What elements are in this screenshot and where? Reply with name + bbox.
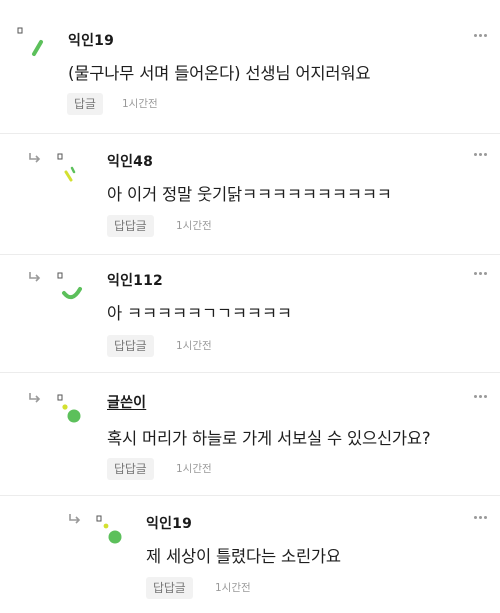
more-options-icon[interactable] (472, 33, 490, 39)
more-options-icon[interactable] (472, 394, 490, 400)
timestamp: 1시간전 (176, 340, 212, 352)
comment-item: 익인19 (물구나무 서며 들어온다) 선생님 어지러워요 답글 1시간전 (0, 0, 500, 132)
reply-button[interactable]: 답답글 (107, 458, 154, 480)
comment-text: 아 ㅋㅋㅋㅋㅋㄱㄱㅋㅋㅋㅋ (107, 304, 292, 323)
timestamp: 1시간전 (122, 98, 158, 110)
comment-item: 익인48 아 이거 정말 웃기닭ㅋㅋㅋㅋㅋㅋㅋㅋㅋㅋ 답답글 1시간전 (0, 134, 500, 254)
reply-button[interactable]: 답답글 (146, 577, 193, 599)
comment-item: 글쓴이 혹시 머리가 하늘로 가게 서보실 수 있으신가요? 답답글 1시간전 (0, 373, 500, 495)
avatar-icon[interactable] (14, 24, 48, 58)
comment-author[interactable]: 익인19 (68, 30, 114, 50)
comment-author[interactable]: 익인112 (107, 270, 163, 290)
reply-button[interactable]: 답글 (67, 93, 103, 115)
avatar-icon[interactable] (54, 391, 88, 425)
more-options-icon[interactable] (472, 152, 490, 158)
timestamp: 1시간전 (176, 220, 212, 232)
reply-arrow-icon (29, 153, 41, 163)
reply-button[interactable]: 답답글 (107, 215, 154, 237)
more-options-icon[interactable] (472, 515, 490, 521)
avatar-icon[interactable] (54, 269, 88, 303)
comment-item: 익인19 제 세상이 틀렸다는 소린가요 답답글 1시간전 (0, 496, 500, 613)
comment-author[interactable]: 익인19 (146, 513, 192, 533)
comment-text: (물구나무 서며 들어온다) 선생님 어지러워요 (68, 64, 371, 83)
avatar-icon[interactable] (54, 150, 88, 184)
reply-button[interactable]: 답답글 (107, 335, 154, 357)
comment-text: 아 이거 정말 웃기닭ㅋㅋㅋㅋㅋㅋㅋㅋㅋㅋ (107, 185, 392, 204)
comment-author[interactable]: 익인48 (107, 151, 153, 171)
reply-arrow-icon (29, 393, 41, 403)
timestamp: 1시간전 (215, 582, 251, 594)
avatar-icon[interactable] (93, 512, 127, 546)
timestamp: 1시간전 (176, 463, 212, 475)
comment-text: 제 세상이 틀렸다는 소린가요 (146, 547, 341, 566)
comment-author[interactable]: 글쓴이 (107, 392, 146, 412)
more-options-icon[interactable] (472, 271, 490, 277)
reply-arrow-icon (69, 514, 81, 524)
reply-arrow-icon (29, 272, 41, 282)
comment-item: 익인112 아 ㅋㅋㅋㅋㅋㄱㄱㅋㅋㅋㅋ 답답글 1시간전 (0, 255, 500, 370)
comment-text: 혹시 머리가 하늘로 가게 서보실 수 있으신가요? (107, 429, 431, 448)
